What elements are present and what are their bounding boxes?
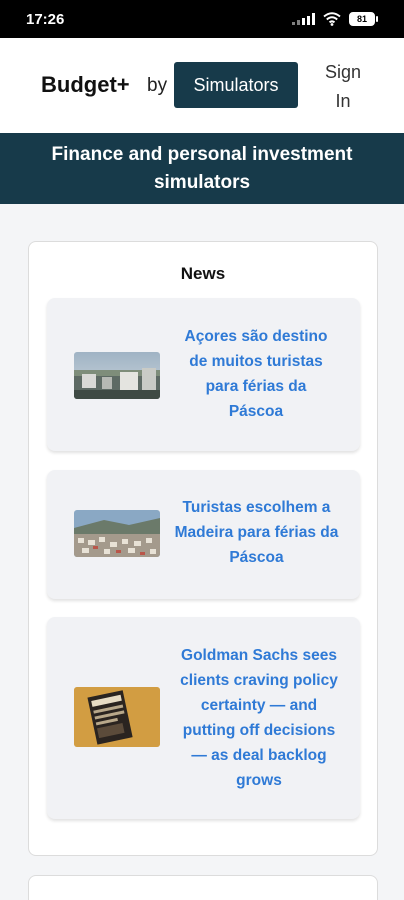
- news-thumbnail: [74, 510, 160, 557]
- brand-logo[interactable]: Budget+: [41, 72, 130, 98]
- by-label: by: [147, 75, 168, 96]
- news-item[interactable]: Goldman Sachs sees clients craving polic…: [47, 617, 360, 819]
- news-item[interactable]: Turistas escolhem a Madeira para férias …: [47, 470, 360, 599]
- news-thumbnail: [74, 687, 160, 747]
- page-banner: Finance and personal investment simulato…: [0, 133, 404, 204]
- battery-level: 81: [356, 14, 367, 24]
- news-headline[interactable]: Goldman Sachs sees clients craving polic…: [179, 643, 339, 793]
- status-icons: 81: [292, 12, 378, 26]
- news-headline[interactable]: Turistas escolhem a Madeira para férias …: [174, 495, 339, 570]
- app-header: Budget+ by Simulators Sign In: [0, 38, 404, 133]
- signal-icon: [292, 13, 315, 25]
- banner-title: Finance and personal investment simulato…: [51, 143, 353, 193]
- battery-icon: 81: [349, 12, 378, 26]
- news-thumbnail: [74, 352, 160, 399]
- status-time: 17:26: [26, 10, 65, 28]
- status-bar: 17:26 81: [0, 0, 404, 38]
- simulators-button[interactable]: Simulators: [174, 62, 298, 108]
- wifi-icon: [323, 12, 341, 26]
- next-card: [28, 875, 378, 900]
- sign-in-link[interactable]: Sign In: [318, 58, 368, 116]
- news-item[interactable]: Açores são destino de muitos turistas pa…: [47, 298, 360, 451]
- news-headline[interactable]: Açores são destino de muitos turistas pa…: [177, 324, 335, 424]
- news-card: News Açores são destino de muitos turist…: [28, 241, 378, 856]
- news-title: News: [180, 264, 226, 283]
